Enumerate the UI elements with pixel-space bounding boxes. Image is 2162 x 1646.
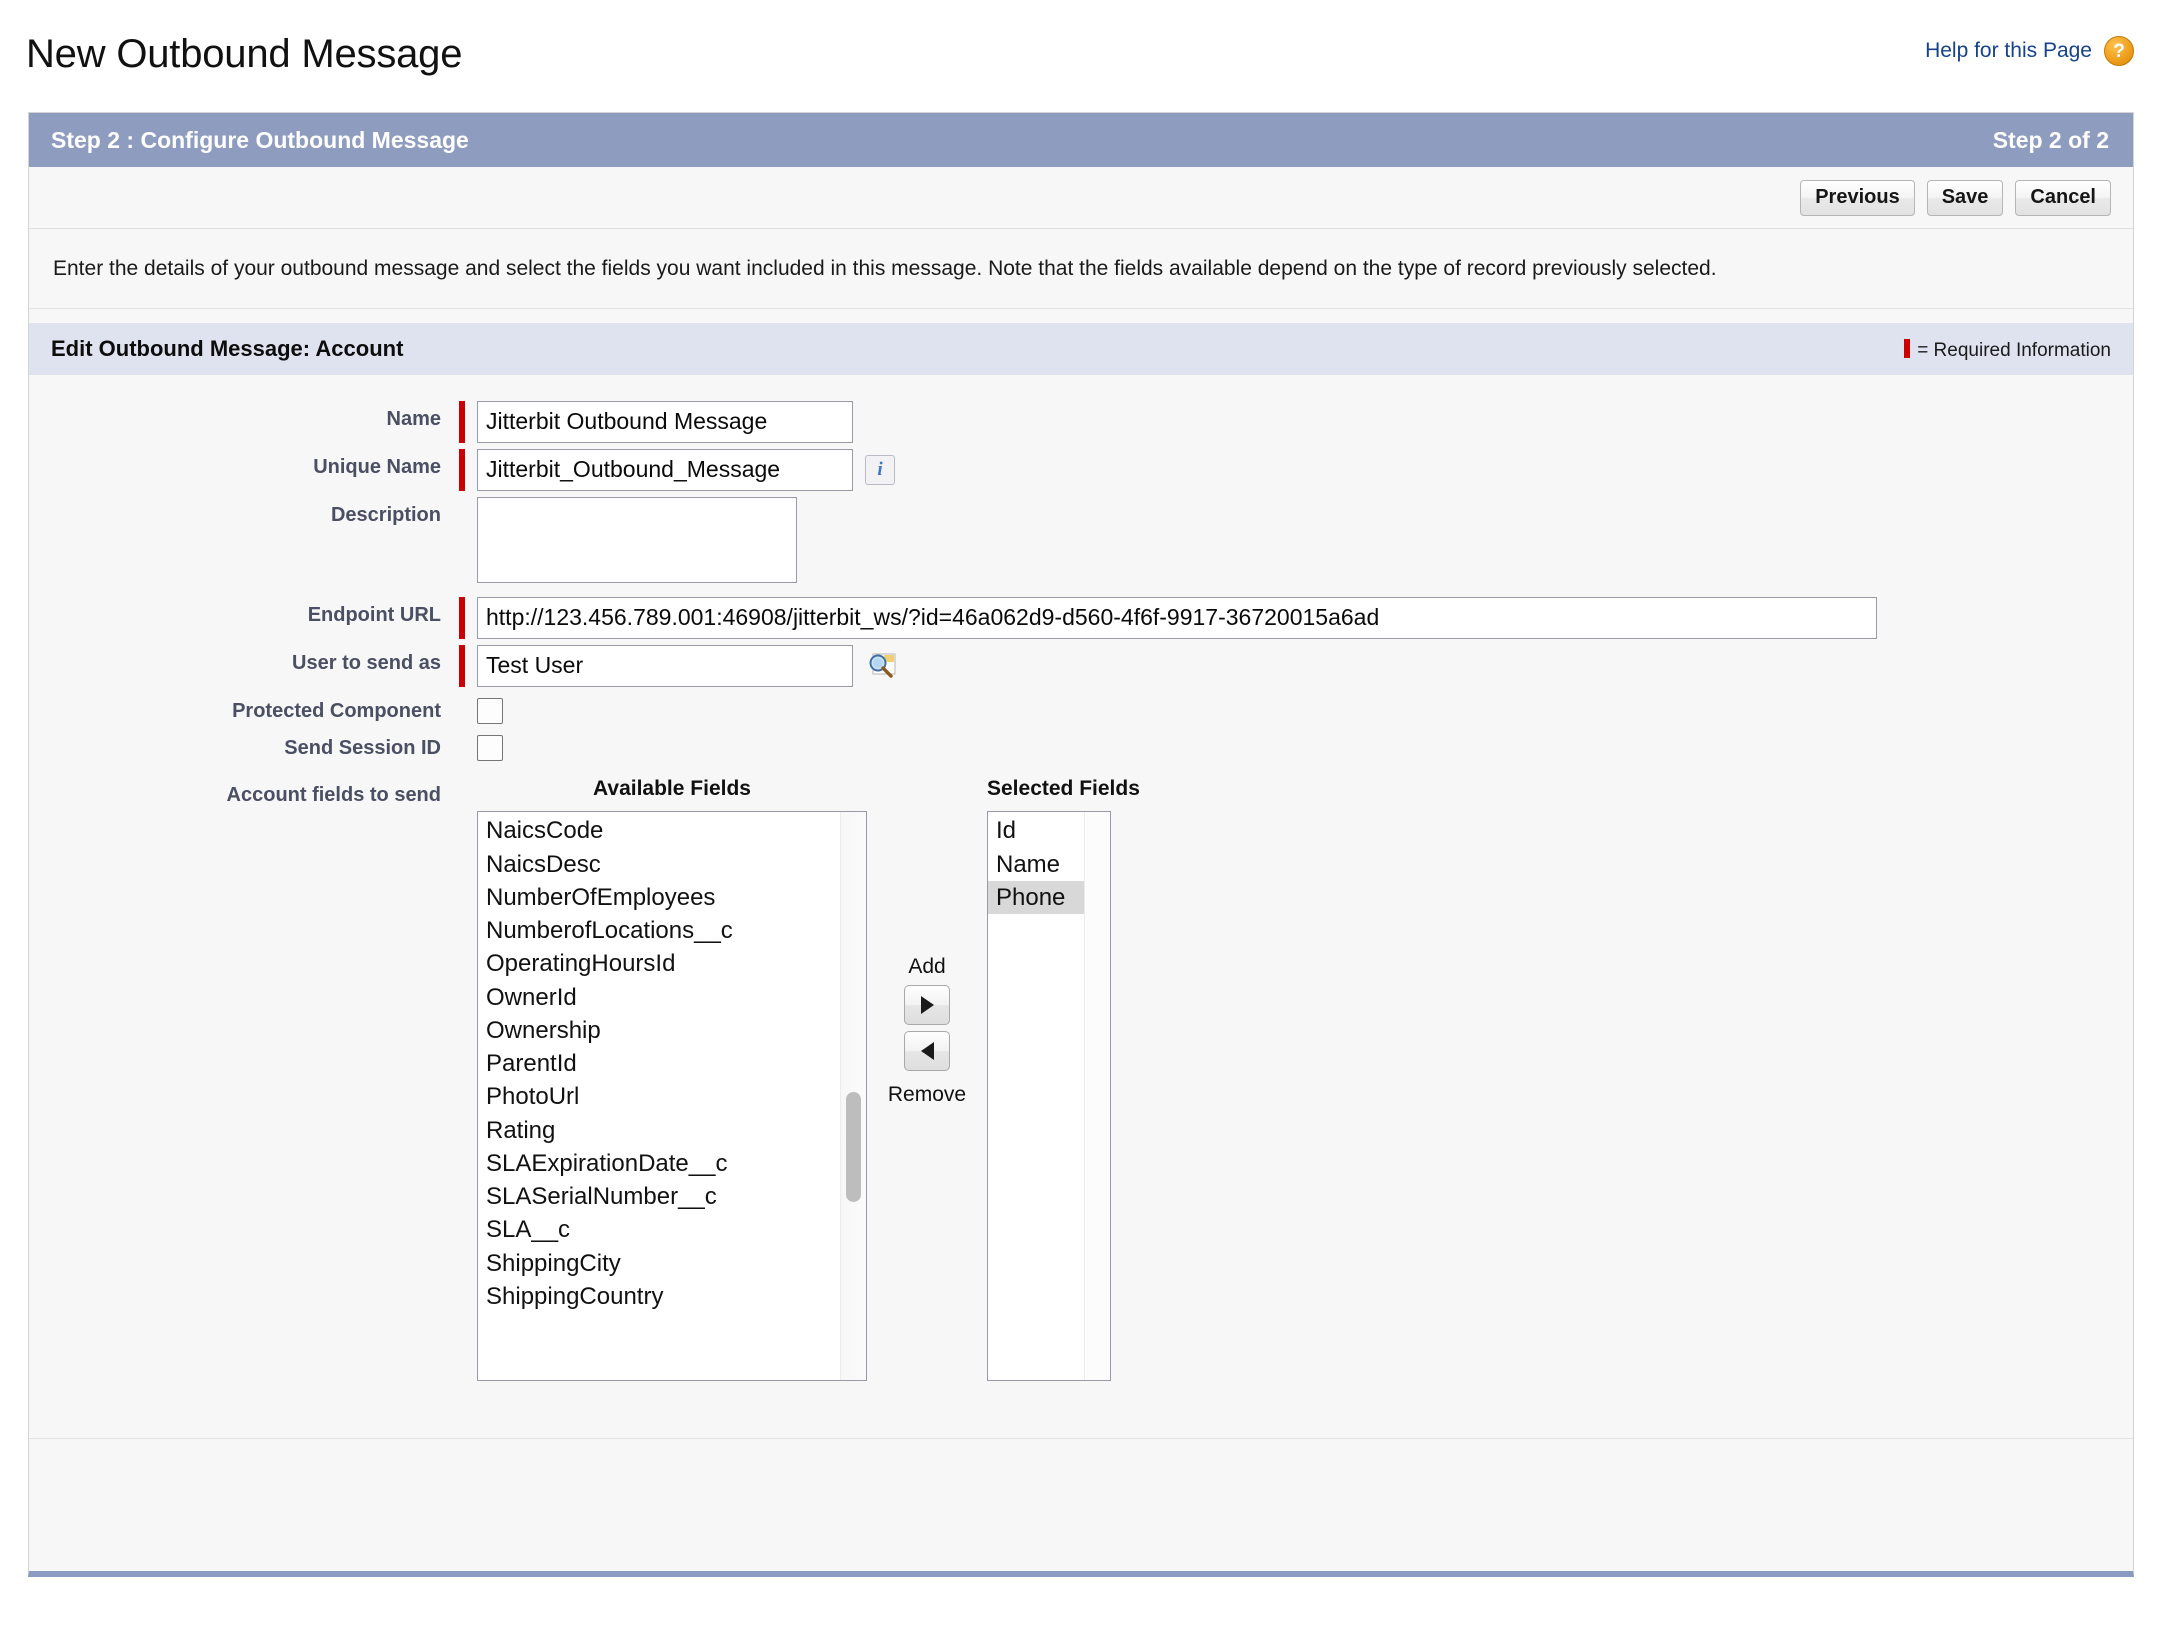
available-field-option[interactable]: ShippingCountry: [478, 1280, 840, 1313]
unique-name-label: Unique Name: [313, 456, 441, 479]
available-field-option[interactable]: SLASerialNumber__c: [478, 1180, 840, 1213]
selected-fields-label: Selected Fields: [987, 777, 1140, 801]
account-fields-to-send-label: Account fields to send: [226, 784, 441, 807]
endpoint-url-input[interactable]: [477, 597, 1877, 640]
instruction-text: Enter the details of your outbound messa…: [29, 229, 2133, 310]
selected-fields-options[interactable]: Id Name Phone: [988, 812, 1084, 1380]
step-title: Step 2 : Configure Outbound Message: [51, 126, 469, 153]
protected-component-control: [459, 691, 503, 725]
available-field-option[interactable]: OperatingHoursId: [478, 947, 840, 980]
available-field-option[interactable]: NumberofLocations__c: [478, 914, 840, 947]
transfer-buttons-column: Add Remove: [867, 777, 987, 1107]
scrollbar-thumb[interactable]: [846, 1092, 861, 1203]
field-row-user-to-send-as: User to send as: [29, 643, 2133, 688]
unique-name-control: i: [459, 447, 895, 492]
unique-name-input[interactable]: [477, 449, 853, 492]
step-header-bar: Step 2 : Configure Outbound Message Step…: [29, 113, 2133, 167]
description-control: [459, 495, 797, 584]
available-fields-options[interactable]: NaicsCode NaicsDesc NumberOfEmployees Numbe…: [478, 812, 840, 1380]
arrow-right-icon: [920, 996, 934, 1015]
name-label: Name: [386, 408, 441, 431]
protected-component-label: Protected Component: [232, 700, 441, 723]
selected-field-option[interactable]: Name: [988, 848, 1084, 881]
cancel-button[interactable]: Cancel: [2015, 179, 2111, 216]
remove-label: Remove: [887, 1083, 967, 1107]
available-field-option[interactable]: ParentId: [478, 1047, 840, 1080]
save-button[interactable]: Save: [1926, 179, 2004, 216]
available-fields-scrollbar[interactable]: [840, 812, 866, 1381]
available-field-option[interactable]: SLAExpirationDate__c: [478, 1147, 840, 1180]
field-row-unique-name: Unique Name i: [29, 447, 2133, 492]
arrow-left-icon: [920, 1042, 934, 1061]
add-label: Add: [908, 955, 946, 979]
available-field-option[interactable]: ShippingCity: [478, 1247, 840, 1280]
required-legend-text: = Required Information: [1917, 339, 2111, 361]
available-field-option[interactable]: PhotoUrl: [478, 1080, 840, 1113]
available-field-option[interactable]: OwnerId: [478, 981, 840, 1014]
section-spacer: [29, 309, 2133, 324]
add-button[interactable]: [904, 985, 950, 1026]
previous-button[interactable]: Previous: [1800, 179, 1915, 216]
edit-section-header: Edit Outbound Message: Account = Require…: [29, 323, 2133, 376]
form-bottom-spacer: [29, 1403, 2133, 1440]
name-input[interactable]: [477, 401, 853, 444]
field-row-name: Name: [29, 399, 2133, 444]
user-to-send-as-input[interactable]: [477, 645, 853, 688]
endpoint-url-label: Endpoint URL: [307, 604, 441, 627]
user-to-send-as-control: [459, 643, 899, 688]
send-session-id-control: [459, 728, 503, 762]
endpoint-url-control: [459, 595, 1877, 640]
step-progress: Step 2 of 2: [1992, 126, 2109, 153]
selected-fields-listbox[interactable]: Id Name Phone: [987, 811, 1111, 1382]
required-info-legend: = Required Information: [1904, 337, 2111, 362]
outbound-message-form: Name Unique Name i Description Endpoint: [29, 375, 2133, 1404]
available-field-option[interactable]: NaicsCode: [478, 814, 840, 847]
available-fields-listbox[interactable]: NaicsCode NaicsDesc NumberOfEmployees Numbe…: [477, 811, 867, 1382]
available-field-option[interactable]: Rating: [478, 1114, 840, 1147]
dual-listbox: Available Fields NaicsCode NaicsDesc Numbe…: [477, 777, 1140, 1382]
dual-listbox-control: Available Fields NaicsCode NaicsDesc Numbe…: [459, 775, 1140, 1382]
protected-component-checkbox[interactable]: [477, 698, 503, 725]
available-field-option[interactable]: NaicsDesc: [478, 848, 840, 881]
selected-field-option[interactable]: Phone: [988, 880, 1084, 915]
page-header: New Outbound Message Help for this Page …: [0, 0, 2162, 112]
required-marker-icon: [1904, 338, 1911, 358]
available-fields-label: Available Fields: [593, 777, 751, 801]
available-field-option[interactable]: SLA__c: [478, 1213, 840, 1246]
help-link[interactable]: Help for this Page: [1925, 39, 2092, 63]
field-row-endpoint-url: Endpoint URL: [29, 595, 2133, 640]
panel-footer-area: [29, 1439, 2133, 1572]
selected-field-option[interactable]: Id: [988, 814, 1084, 847]
page-title: New Outbound Message: [26, 32, 463, 76]
send-session-id-checkbox[interactable]: [477, 735, 503, 762]
field-row-description: Description: [29, 495, 2133, 584]
description-textarea[interactable]: [477, 497, 797, 584]
info-icon[interactable]: i: [865, 455, 895, 486]
send-session-id-label: Send Session ID: [284, 737, 441, 760]
action-button-bar: Previous Save Cancel: [29, 167, 2133, 229]
description-label: Description: [330, 504, 441, 527]
selected-fields-scrollbar[interactable]: [1084, 812, 1110, 1381]
field-row-account-fields-to-send: Account fields to send Available Fields …: [29, 775, 2133, 1382]
help-for-this-page[interactable]: Help for this Page ?: [1925, 36, 2134, 66]
selected-fields-column: Selected Fields Id Name Phone: [987, 777, 1140, 1382]
available-fields-column: Available Fields NaicsCode NaicsDesc Numbe…: [477, 777, 867, 1382]
field-row-protected-component: Protected Component: [29, 691, 2133, 725]
field-row-send-session-id: Send Session ID: [29, 728, 2133, 762]
required-marker-icon: [459, 597, 465, 640]
wizard-panel: Step 2 : Configure Outbound Message Step…: [28, 112, 2134, 1578]
available-field-option[interactable]: Ownership: [478, 1014, 840, 1047]
user-to-send-as-label: User to send as: [292, 652, 441, 675]
question-mark-icon[interactable]: ?: [2104, 36, 2134, 66]
available-field-option[interactable]: NumberOfEmployees: [478, 881, 840, 914]
name-control: [459, 399, 853, 444]
required-marker-icon: [459, 449, 465, 492]
magnifier-lookup-icon[interactable]: [865, 649, 899, 683]
remove-button[interactable]: [904, 1031, 950, 1072]
required-marker-icon: [459, 645, 465, 688]
required-marker-icon: [459, 401, 465, 444]
section-title: Edit Outbound Message: Account: [51, 336, 404, 362]
